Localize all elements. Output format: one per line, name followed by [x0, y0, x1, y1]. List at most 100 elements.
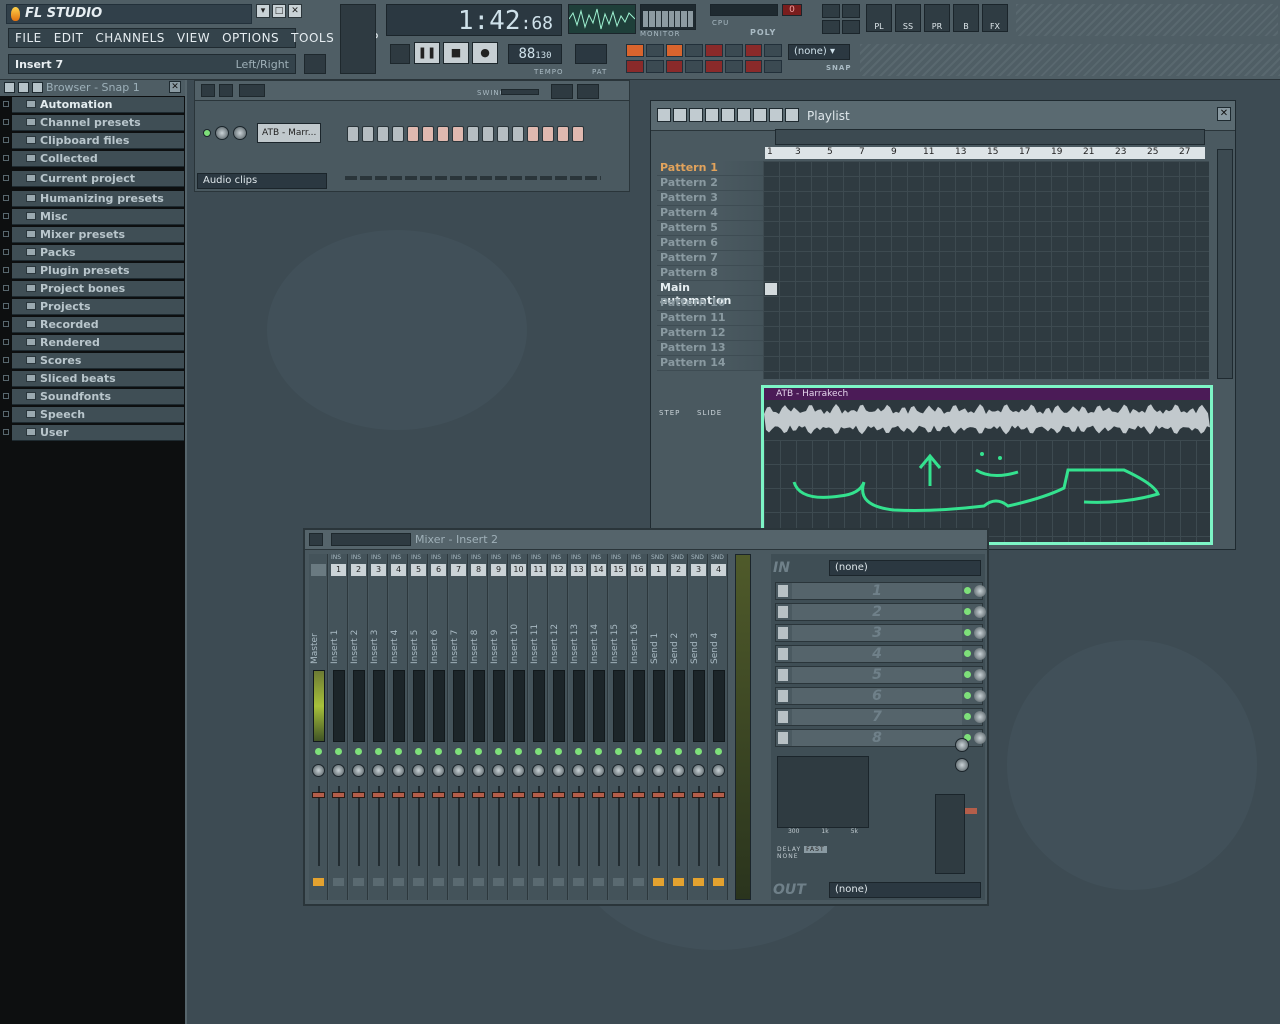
stop-button[interactable]: ■: [443, 42, 469, 64]
track-pan-knob[interactable]: [552, 764, 565, 777]
expand-icon[interactable]: [3, 429, 9, 435]
mixer-menu-icon[interactable]: [309, 533, 323, 546]
track-pan-knob[interactable]: [412, 764, 425, 777]
playlist-track-8[interactable]: Pattern 8: [657, 266, 763, 281]
playlist-track-11[interactable]: Pattern 11: [657, 311, 763, 326]
channel-filter-select[interactable]: Audio clips: [197, 173, 327, 189]
track-route-button[interactable]: [333, 878, 344, 886]
mixer-track-send-1[interactable]: SND 1 Send 1: [649, 554, 668, 900]
menu-file[interactable]: FILE: [9, 31, 48, 45]
menu-channels[interactable]: CHANNELS: [89, 31, 170, 45]
eq-band-knobs[interactable]: [871, 846, 927, 878]
expand-icon[interactable]: [3, 195, 9, 201]
option-button[interactable]: [724, 44, 743, 57]
step-button[interactable]: [362, 126, 374, 142]
track-route-button[interactable]: [693, 878, 704, 886]
playlist-grid[interactable]: [763, 161, 1209, 379]
step-button[interactable]: [377, 126, 389, 142]
track-route-button[interactable]: [313, 878, 324, 886]
step-button[interactable]: [527, 126, 539, 142]
menu-tools[interactable]: TOOLS: [285, 31, 340, 45]
track-enable-led[interactable]: [335, 748, 342, 755]
playlist-track-13[interactable]: Pattern 13: [657, 341, 763, 356]
track-enable-led[interactable]: [315, 748, 322, 755]
tempo-display[interactable]: 88130: [508, 44, 562, 64]
playlist-track-5[interactable]: Pattern 5: [657, 221, 763, 236]
track-volume-fader[interactable]: [592, 792, 605, 798]
option-button[interactable]: [645, 44, 664, 57]
expand-icon[interactable]: [3, 213, 9, 219]
track-route-button[interactable]: [393, 878, 404, 886]
input-select[interactable]: (none): [829, 560, 981, 576]
track-pan-knob[interactable]: [352, 764, 365, 777]
track-route-button[interactable]: [673, 878, 684, 886]
mixer-track-insert-15[interactable]: INS 15 Insert 15: [609, 554, 628, 900]
track-enable-led[interactable]: [615, 748, 622, 755]
track-pan-knob[interactable]: [632, 764, 645, 777]
master-volume-slider[interactable]: [340, 4, 376, 74]
close-button[interactable]: ✕: [288, 4, 302, 18]
option-button[interactable]: [705, 44, 723, 57]
track-volume-fader[interactable]: [552, 792, 565, 798]
slot-menu-icon[interactable]: [778, 585, 788, 597]
eq-band-sliders[interactable]: [875, 768, 925, 808]
resize-icon[interactable]: [201, 84, 215, 97]
option-button[interactable]: [665, 60, 684, 73]
vertical-scrollbar[interactable]: [1217, 149, 1233, 379]
track-pan-knob[interactable]: [472, 764, 485, 777]
output-select[interactable]: (none): [829, 882, 981, 898]
step-button[interactable]: [482, 126, 494, 142]
track-pan-knob[interactable]: [492, 764, 505, 777]
channel-pan-knob[interactable]: [233, 126, 247, 140]
mixer-track-send-3[interactable]: SND 3 Send 3: [689, 554, 708, 900]
browser-folder-current-project[interactable]: Current project: [3, 171, 184, 187]
playlist-track-10[interactable]: Pattern 10: [657, 296, 763, 311]
track-enable-led[interactable]: [675, 748, 682, 755]
track-route-button[interactable]: [553, 878, 564, 886]
option-button[interactable]: [626, 44, 644, 57]
maximize-button[interactable]: □: [272, 4, 286, 18]
track-pan-knob[interactable]: [572, 764, 585, 777]
browser-folder-mixer-presets[interactable]: Mixer presets: [3, 227, 184, 243]
slot-mix-knob[interactable]: [974, 627, 986, 639]
track-volume-fader[interactable]: [432, 792, 445, 798]
slot-menu-icon[interactable]: [778, 627, 788, 639]
track-enable-led[interactable]: [495, 748, 502, 755]
playlist-track-6[interactable]: Pattern 6: [657, 236, 763, 251]
slot-enable-led[interactable]: [964, 692, 971, 699]
browser-folder-scores[interactable]: Scores: [3, 353, 184, 369]
track-route-button[interactable]: [353, 878, 364, 886]
close-icon[interactable]: ✕: [1217, 107, 1231, 121]
track-pan-knob[interactable]: [532, 764, 545, 777]
step-button[interactable]: [347, 126, 359, 142]
track-volume-fader[interactable]: [572, 792, 585, 798]
mix-knob[interactable]: [955, 738, 969, 752]
track-route-button[interactable]: [473, 878, 484, 886]
browser-folder-user[interactable]: User: [3, 425, 184, 441]
slot-mix-knob[interactable]: [974, 648, 986, 660]
browser-folder-packs[interactable]: Packs: [3, 245, 184, 261]
track-volume-fader[interactable]: [312, 792, 325, 798]
fx-slot-5[interactable]: 5: [775, 666, 986, 684]
fx-slot-8[interactable]: 8: [775, 729, 986, 747]
expand-icon[interactable]: [3, 285, 9, 291]
browser-folder-speech[interactable]: Speech: [3, 407, 184, 423]
snap-select[interactable]: (none) ▾: [788, 44, 850, 60]
menu-options[interactable]: OPTIONS: [216, 31, 285, 45]
option-button[interactable]: [764, 60, 782, 73]
slot-mix-knob[interactable]: [974, 711, 986, 723]
track-enable-led[interactable]: [595, 748, 602, 755]
step-button[interactable]: [407, 126, 419, 142]
track-route-button[interactable]: [513, 878, 524, 886]
quick-button[interactable]: [842, 4, 860, 18]
track-route-button[interactable]: [533, 878, 544, 886]
track-pan-knob[interactable]: [652, 764, 665, 777]
step-button[interactable]: [467, 126, 479, 142]
pattern-song-switch[interactable]: [390, 44, 410, 64]
delete-icon[interactable]: [705, 108, 719, 122]
slot-enable-led[interactable]: [964, 671, 971, 678]
fx-slot-1[interactable]: 1: [775, 582, 986, 600]
track-enable-led[interactable]: [695, 748, 702, 755]
expand-icon[interactable]: [3, 155, 9, 161]
browser-folder-recorded[interactable]: Recorded: [3, 317, 184, 333]
